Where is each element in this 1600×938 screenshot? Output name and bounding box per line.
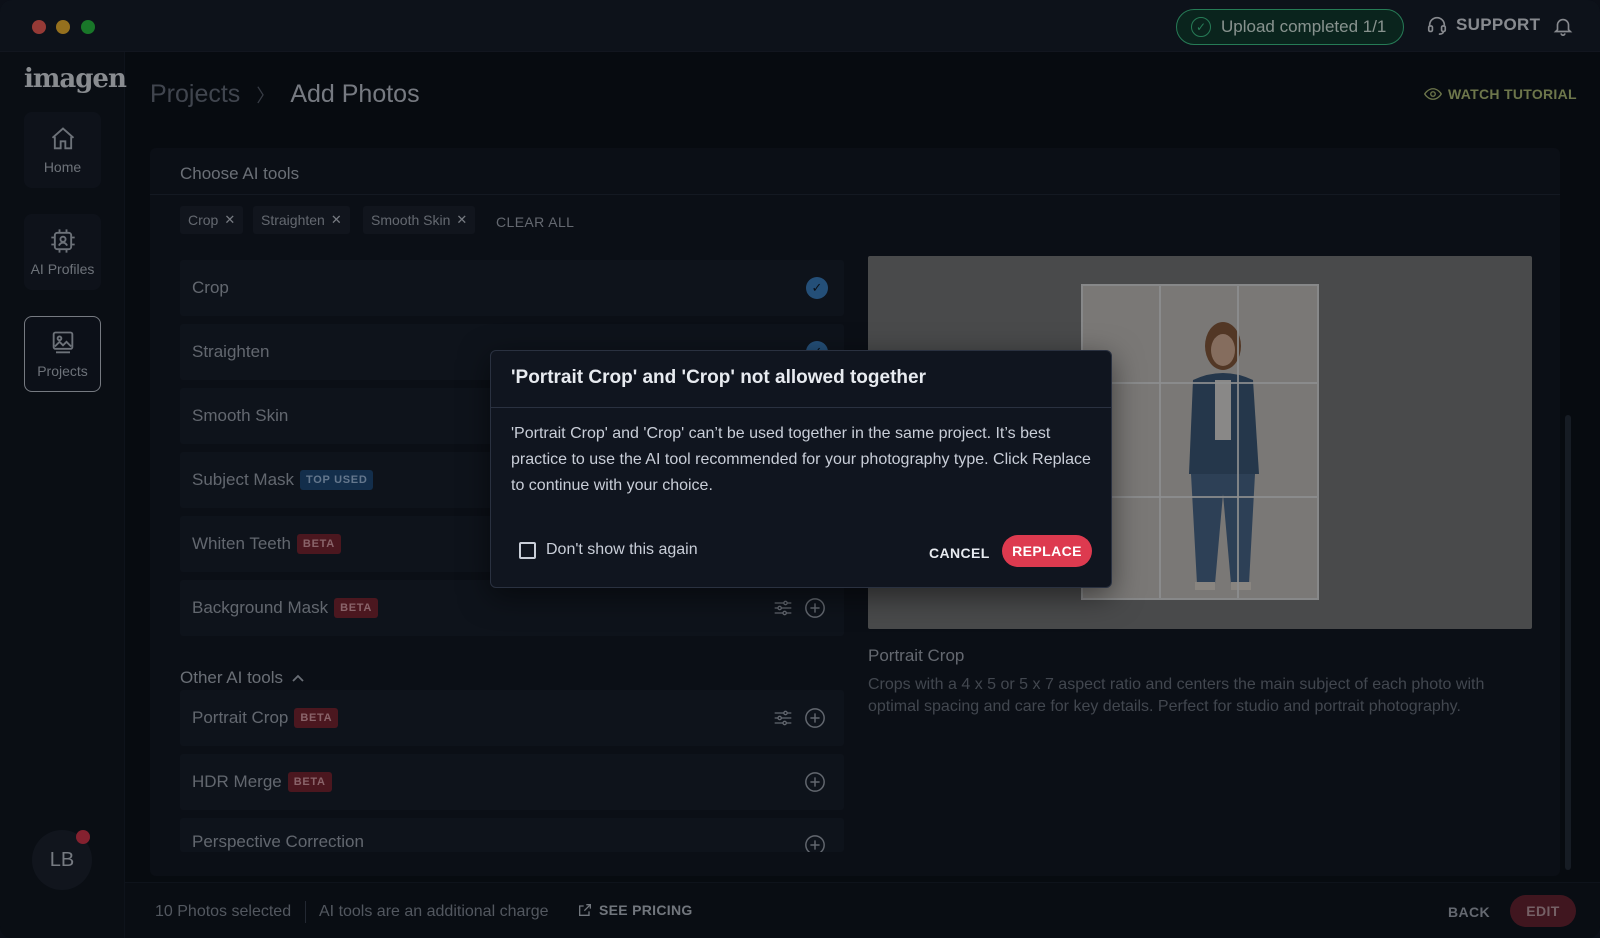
dont-show-again-checkbox[interactable]: Don't show this again [519,541,698,559]
replace-button[interactable]: REPLACE [1002,535,1092,567]
conflict-dialog: 'Portrait Crop' and 'Crop' not allowed t… [490,350,1112,588]
cancel-button[interactable]: CANCEL [929,545,990,561]
divider [491,407,1111,408]
checkbox-label: Don't show this again [546,541,698,558]
checkbox-box[interactable] [519,541,536,559]
dialog-message: 'Portrait Crop' and 'Crop' can’t be used… [511,425,1091,494]
app-window: ✓ Upload completed 1/1 SUPPORT imagen Ho… [0,0,1600,938]
dialog-title: 'Portrait Crop' and 'Crop' not allowed t… [511,367,926,388]
